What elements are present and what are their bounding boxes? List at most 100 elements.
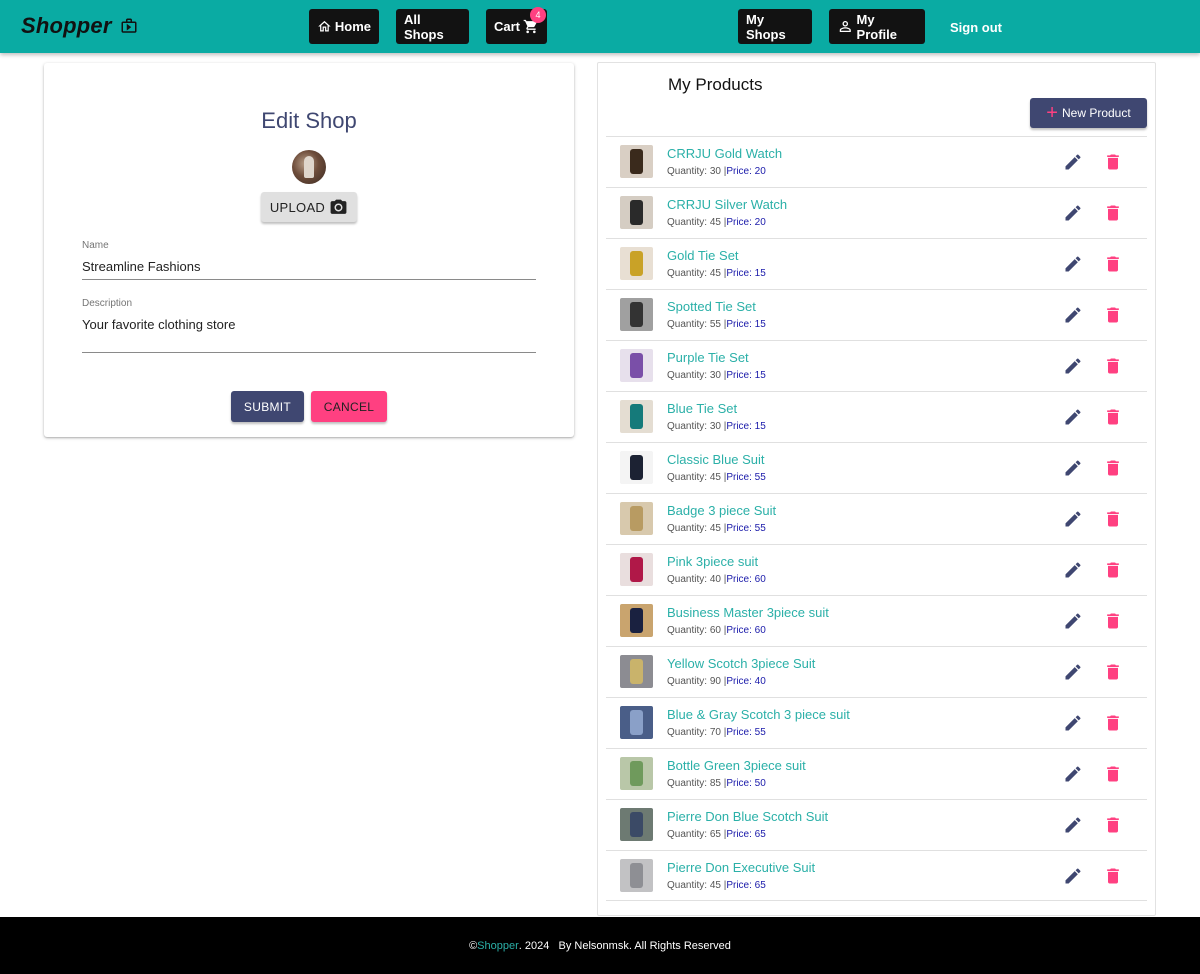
footer: © Shopper . 2024 By Nelsonmsk. All Right… — [0, 917, 1200, 974]
edit-icon[interactable] — [1063, 458, 1083, 478]
edit-icon[interactable] — [1063, 815, 1083, 835]
product-row[interactable]: CRRJU Silver Watch Quantity: 45 |Price: 2… — [606, 187, 1147, 238]
price-value: 20 — [754, 166, 766, 177]
product-row[interactable]: Spotted Tie Set Quantity: 55 |Price: 15 — [606, 289, 1147, 340]
product-name-link[interactable]: Yellow Scotch 3piece Suit — [667, 656, 815, 671]
product-meta: Quantity: 60 |Price: 60 — [667, 625, 766, 636]
product-row[interactable]: Blue Tie Set Quantity: 30 |Price: 15 — [606, 391, 1147, 442]
new-product-button[interactable]: + New Product — [1030, 98, 1147, 128]
submit-button[interactable]: SUBMIT — [231, 391, 304, 422]
product-row[interactable]: Gold Tie Set Quantity: 45 |Price: 15 — [606, 238, 1147, 289]
delete-icon[interactable] — [1103, 866, 1123, 886]
quantity-label: Quantity: — [667, 268, 710, 279]
my-profile-label: My Profile — [856, 11, 898, 42]
delete-icon[interactable] — [1103, 458, 1123, 478]
price-label: Price: — [726, 472, 755, 483]
delete-icon[interactable] — [1103, 611, 1123, 631]
price-value: 15 — [754, 370, 766, 381]
edit-icon[interactable] — [1063, 509, 1083, 529]
product-row[interactable]: Pink 3piece suit Quantity: 40 |Price: 60 — [606, 544, 1147, 595]
edit-icon[interactable] — [1063, 764, 1083, 784]
product-name-link[interactable]: Blue Tie Set — [667, 401, 737, 416]
product-row[interactable]: Yellow Scotch 3piece Suit Quantity: 90 |P… — [606, 646, 1147, 697]
product-meta: Quantity: 45 |Price: 15 — [667, 268, 766, 279]
quantity-value: 90 — [709, 676, 721, 687]
product-name-link[interactable]: Pierre Don Executive Suit — [667, 860, 815, 875]
name-field[interactable]: Streamline Fashions — [82, 259, 201, 274]
edit-icon[interactable] — [1063, 152, 1083, 172]
all-shops-button[interactable]: All Shops — [396, 9, 469, 44]
delete-icon[interactable] — [1103, 815, 1123, 835]
product-meta: Quantity: 45 |Price: 55 — [667, 472, 766, 483]
footer-brand-link[interactable]: Shopper — [477, 940, 519, 952]
product-row[interactable]: Blue & Gray Scotch 3 piece suit Quantity:… — [606, 697, 1147, 748]
product-name-link[interactable]: Blue & Gray Scotch 3 piece suit — [667, 707, 850, 722]
price-label: Price: — [726, 676, 755, 687]
edit-icon[interactable] — [1063, 407, 1083, 427]
edit-icon[interactable] — [1063, 713, 1083, 733]
brand[interactable]: Shopper — [21, 13, 138, 39]
edit-icon[interactable] — [1063, 305, 1083, 325]
product-thumbnail — [620, 859, 653, 892]
delete-icon[interactable] — [1103, 509, 1123, 529]
quantity-value: 30 — [709, 421, 721, 432]
plus-icon: + — [1046, 102, 1058, 124]
delete-icon[interactable] — [1103, 764, 1123, 784]
product-name-link[interactable]: Spotted Tie Set — [667, 299, 756, 314]
delete-icon[interactable] — [1103, 662, 1123, 682]
edit-icon[interactable] — [1063, 254, 1083, 274]
delete-icon[interactable] — [1103, 305, 1123, 325]
product-row[interactable]: Pierre Don Executive Suit Quantity: 45 |P… — [606, 850, 1147, 901]
name-field-label: Name — [82, 240, 109, 251]
cart-button[interactable]: Cart 4 — [486, 7, 547, 44]
product-row[interactable]: Pierre Don Blue Scotch Suit Quantity: 65 … — [606, 799, 1147, 850]
top-app-bar: Shopper Home All Shops Cart 4 My Shops M… — [0, 0, 1200, 53]
product-name-link[interactable]: CRRJU Silver Watch — [667, 197, 787, 212]
home-button[interactable]: Home — [309, 9, 379, 44]
edit-icon[interactable] — [1063, 203, 1083, 223]
delete-icon[interactable] — [1103, 254, 1123, 274]
product-name-link[interactable]: CRRJU Gold Watch — [667, 146, 782, 161]
quantity-value: 45 — [709, 880, 721, 891]
delete-icon[interactable] — [1103, 356, 1123, 376]
my-products-title: My Products — [668, 75, 763, 94]
edit-icon[interactable] — [1063, 356, 1083, 376]
quantity-label: Quantity: — [667, 166, 710, 177]
product-row[interactable]: Business Master 3piece suit Quantity: 60 … — [606, 595, 1147, 646]
product-name-link[interactable]: Pierre Don Blue Scotch Suit — [667, 809, 828, 824]
brand-title[interactable]: Shopper — [21, 13, 112, 39]
price-label: Price: — [726, 778, 755, 789]
price-label: Price: — [726, 523, 755, 534]
product-row[interactable]: Bottle Green 3piece suit Quantity: 85 |Pr… — [606, 748, 1147, 799]
product-name-link[interactable]: Classic Blue Suit — [667, 452, 765, 467]
product-row[interactable]: Classic Blue Suit Quantity: 45 |Price: 55 — [606, 442, 1147, 493]
delete-icon[interactable] — [1103, 203, 1123, 223]
my-profile-button[interactable]: My Profile — [829, 9, 925, 44]
my-shops-button[interactable]: My Shops — [738, 9, 812, 44]
delete-icon[interactable] — [1103, 560, 1123, 580]
edit-icon[interactable] — [1063, 866, 1083, 886]
delete-icon[interactable] — [1103, 407, 1123, 427]
edit-icon[interactable] — [1063, 611, 1083, 631]
product-name-link[interactable]: Badge 3 piece Suit — [667, 503, 776, 518]
product-name-link[interactable]: Purple Tie Set — [667, 350, 749, 365]
edit-icon[interactable] — [1063, 662, 1083, 682]
product-row[interactable]: Purple Tie Set Quantity: 30 |Price: 15 — [606, 340, 1147, 391]
delete-icon[interactable] — [1103, 152, 1123, 172]
cancel-button[interactable]: CANCEL — [311, 391, 387, 422]
product-name-link[interactable]: Pink 3piece suit — [667, 554, 758, 569]
product-row[interactable]: CRRJU Gold Watch Quantity: 30 |Price: 20 — [606, 136, 1147, 187]
product-name-link[interactable]: Business Master 3piece suit — [667, 605, 829, 620]
product-name-link[interactable]: Gold Tie Set — [667, 248, 739, 263]
product-list: CRRJU Gold Watch Quantity: 30 |Price: 20 C… — [606, 136, 1147, 901]
product-meta: Quantity: 40 |Price: 60 — [667, 574, 766, 585]
delete-icon[interactable] — [1103, 713, 1123, 733]
edit-icon[interactable] — [1063, 560, 1083, 580]
description-field-label: Description — [82, 298, 133, 309]
product-row[interactable]: Badge 3 piece Suit Quantity: 45 |Price: 5… — [606, 493, 1147, 544]
upload-button[interactable]: UPLOAD — [261, 192, 357, 222]
description-field[interactable]: Your favorite clothing store — [82, 317, 235, 332]
sign-out-button[interactable]: Sign out — [950, 20, 1002, 35]
product-name-link[interactable]: Bottle Green 3piece suit — [667, 758, 806, 773]
upload-label: UPLOAD — [269, 199, 326, 215]
